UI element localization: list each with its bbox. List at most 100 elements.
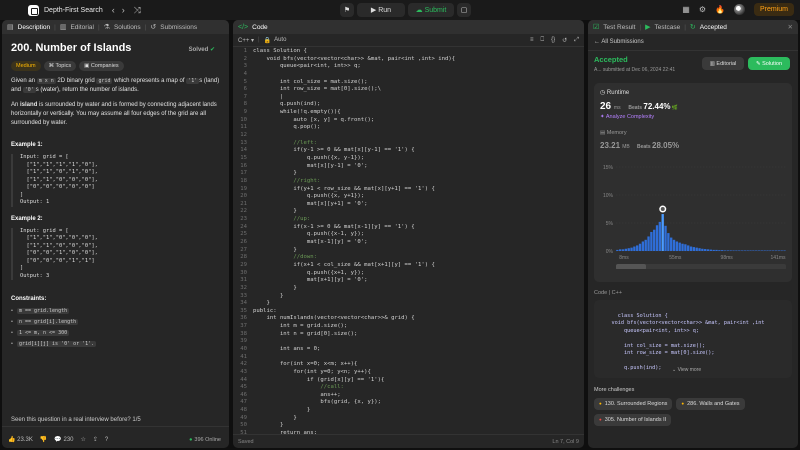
code-line[interactable]: 32 } xyxy=(233,285,584,293)
tab-accepted[interactable]: Accepted xyxy=(700,24,727,31)
tab-submissions[interactable]: Submissions xyxy=(160,24,197,31)
format-icon[interactable]: ≡ xyxy=(530,37,534,44)
view-more-link[interactable]: ⌄ View more xyxy=(672,367,701,375)
tab-testcase[interactable]: Testcase xyxy=(655,24,681,31)
code-line[interactable]: 3 queue<pair<int, int>> q; xyxy=(233,63,584,71)
code-line[interactable]: 10 auto [x, y] = q.front(); xyxy=(233,117,584,125)
layout-icon[interactable]: ▦ xyxy=(682,5,690,14)
topics-tag[interactable]: ⌘ Topics xyxy=(43,61,77,71)
code-line[interactable]: 8 q.push(ind); xyxy=(233,101,584,109)
code-editor[interactable]: 1 class Solution {2 void bfs(vector<vecto… xyxy=(233,48,584,434)
code-line[interactable]: 47 bfs(grid, {x, y}); xyxy=(233,399,584,407)
code-line[interactable]: 23 //up: xyxy=(233,216,584,224)
challenge-chip[interactable]: 305. Number of Islands II xyxy=(594,414,672,426)
all-submissions-link[interactable]: ← All Submissions xyxy=(588,34,798,51)
code-line[interactable]: 26 mat[x-1][y] = '0'; xyxy=(233,239,584,247)
code-line[interactable]: 17 } xyxy=(233,170,584,178)
fullscreen-icon[interactable]: ⤢ xyxy=(574,37,579,44)
settings-icon[interactable]: ⚙ xyxy=(699,5,706,14)
code-line[interactable]: 24 if(x-1 >= 0 && mat[x-1][y] == '1') { xyxy=(233,224,584,232)
editorial-button[interactable]: ▥ Editorial xyxy=(702,57,744,70)
avatar[interactable] xyxy=(733,4,745,15)
code-line[interactable]: 31 mat[x+1][y] = '0'; xyxy=(233,277,584,285)
tab-solutions[interactable]: Solutions xyxy=(114,24,141,31)
challenge-chip[interactable]: 130. Surrounded Regions xyxy=(594,398,673,410)
next-icon[interactable]: › xyxy=(122,5,125,15)
tab-code[interactable]: Code xyxy=(252,24,268,31)
app-logo[interactable] xyxy=(28,4,39,16)
prev-icon[interactable]: ‹ xyxy=(112,5,115,15)
code-line[interactable]: 5 int col_size = mat.size(); xyxy=(233,79,584,87)
notes-icon[interactable]: ▢ xyxy=(457,3,471,17)
code-line[interactable]: 39 xyxy=(233,338,584,346)
reset-icon[interactable]: ↺ xyxy=(562,37,567,44)
bookmark-icon[interactable]: ⎕ xyxy=(541,37,545,44)
code-line[interactable]: 27 } xyxy=(233,247,584,255)
streak-icon[interactable]: 🔥 xyxy=(715,5,725,14)
star-icon[interactable]: ☆ xyxy=(81,436,86,443)
companies-tag[interactable]: ▣ Companies xyxy=(79,61,124,71)
code-line[interactable]: 2 void bfs(vector<vector<char>> &mat, pa… xyxy=(233,56,584,64)
tab-description[interactable]: Description xyxy=(18,24,51,31)
tab-test-result[interactable]: Test Result xyxy=(603,24,635,31)
code-line[interactable]: 7 | xyxy=(233,94,584,102)
code-line[interactable]: 42 for(int x=0; x<m; x++){ xyxy=(233,361,584,369)
code-line[interactable]: 33 } xyxy=(233,293,584,301)
interview-question[interactable]: Seen this question in a real interview b… xyxy=(11,417,141,423)
run-button[interactable]: ▶ Run xyxy=(357,3,405,17)
code-line[interactable]: 46 ans++; xyxy=(233,392,584,400)
problem-list-title[interactable]: Depth-First Search xyxy=(44,7,103,14)
submit-button[interactable]: ☁ Submit xyxy=(408,3,454,17)
code-line[interactable]: 48 } xyxy=(233,407,584,415)
code-line[interactable]: 28 //down: xyxy=(233,254,584,262)
memory-label[interactable]: ▤ Memory xyxy=(600,130,786,136)
code-line[interactable]: 37 int m = grid.size(); xyxy=(233,323,584,331)
code-line[interactable]: 6 int row_size = mat[0].size();\ xyxy=(233,86,584,94)
code-line[interactable]: 19 if(y+1 < row_size && mat[x][y+1] == '… xyxy=(233,186,584,194)
share-icon[interactable]: ⇪ xyxy=(93,436,98,443)
code-line[interactable]: 15 q.push({x, y-1}); xyxy=(233,155,584,163)
shuffle-icon[interactable]: ⤨ xyxy=(134,5,141,16)
runtime-distribution-chart[interactable]: 15% 10% 5% 0% 8ms 55ms 98ms 141ms xyxy=(594,159,792,269)
code-line[interactable]: 34 } xyxy=(233,300,584,308)
code-line[interactable]: 41 xyxy=(233,354,584,362)
premium-button[interactable]: Premium xyxy=(753,3,794,16)
dislike-icon[interactable]: 👎 xyxy=(40,436,47,443)
runtime-label[interactable]: ◷ Runtime xyxy=(600,89,786,96)
braces-icon[interactable]: {} xyxy=(551,37,555,44)
difficulty-tag[interactable]: Medium xyxy=(11,61,41,71)
analyze-complexity-link[interactable]: ✦ Analyze Complexity xyxy=(600,114,786,120)
code-line[interactable]: 25 q.push({x-1, y}); xyxy=(233,231,584,239)
code-line[interactable]: 45 //call: xyxy=(233,384,584,392)
code-line[interactable]: 4 xyxy=(233,71,584,79)
code-line[interactable]: 44 if (grid[x][y] == '1'){ xyxy=(233,377,584,385)
debug-icon[interactable]: ⚑ xyxy=(340,3,354,17)
challenge-chip[interactable]: 286. Walls and Gates xyxy=(676,398,745,410)
help-icon[interactable]: ? xyxy=(105,437,108,443)
code-line[interactable]: 43 for(int y=0; y<n; y++){ xyxy=(233,369,584,377)
close-icon[interactable]: ✕ xyxy=(788,23,793,31)
code-line[interactable]: 1 class Solution { xyxy=(233,48,584,56)
code-line[interactable]: 9 while(!q.empty()){ xyxy=(233,109,584,117)
code-line[interactable]: 22 } xyxy=(233,208,584,216)
code-line[interactable]: 20 q.push({x, y+1}); xyxy=(233,193,584,201)
code-line[interactable]: 14 if(y-1 >= 0 && mat[x][y-1] == '1') { xyxy=(233,147,584,155)
code-line[interactable]: 35 public: xyxy=(233,308,584,316)
solution-button[interactable]: ✎ Solution xyxy=(748,57,790,70)
code-line[interactable]: 49 } xyxy=(233,415,584,423)
code-line[interactable]: 21 mat[x][y+1] = '0'; xyxy=(233,201,584,209)
tab-editorial[interactable]: Editorial xyxy=(70,24,93,31)
comments-button[interactable]: 💬 230 xyxy=(54,436,73,443)
code-line[interactable]: 16 mat[x][y-1] = '0'; xyxy=(233,163,584,171)
code-line[interactable]: 11 q.pop(); xyxy=(233,124,584,132)
code-line[interactable]: 12 xyxy=(233,132,584,140)
like-button[interactable]: 👍 23.3K xyxy=(8,436,33,443)
code-line[interactable]: 50 } xyxy=(233,422,584,430)
code-line[interactable]: 13 //left: xyxy=(233,140,584,148)
language-select[interactable]: C++ ▾ xyxy=(238,37,254,44)
code-line[interactable]: 29 if(x+1 < col_size && mat[x+1][y] == '… xyxy=(233,262,584,270)
code-line[interactable]: 38 int n = grid[0].size(); xyxy=(233,331,584,339)
code-line[interactable]: 40 int ans = 0; xyxy=(233,346,584,354)
mode-select[interactable]: Auto xyxy=(274,37,286,43)
code-line[interactable]: 18 //right: xyxy=(233,178,584,186)
